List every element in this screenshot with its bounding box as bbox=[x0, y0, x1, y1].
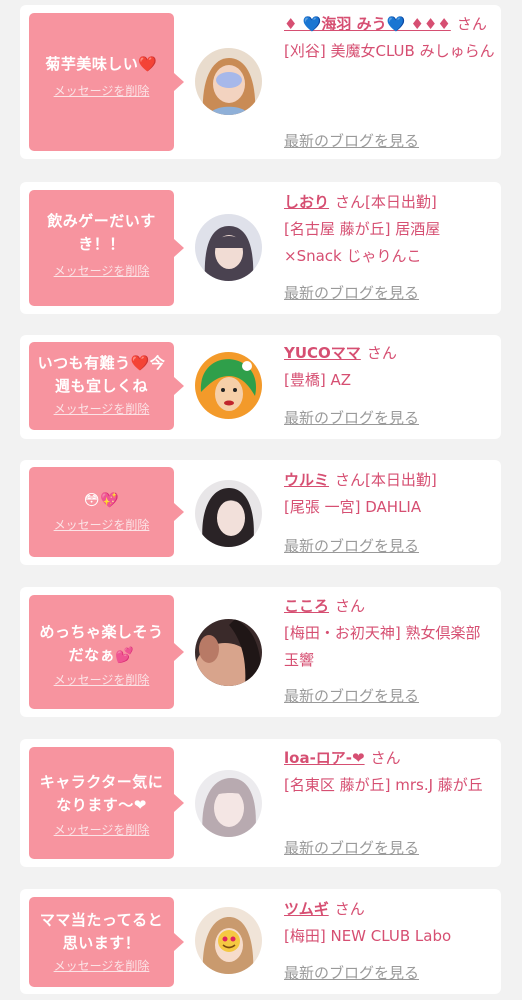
delete-message-link[interactable]: メッセージを削除 bbox=[54, 957, 150, 974]
delete-message-link[interactable]: メッセージを削除 bbox=[54, 262, 150, 279]
message-card: 😳💖 メッセージを削除 ウルミ さん[本日出勤] [尾張 一宮] DAHLIA 最… bbox=[20, 460, 501, 565]
honorific: さん bbox=[335, 193, 366, 211]
sender-name-link[interactable]: ウルミ bbox=[284, 471, 329, 489]
message-text: ママ当たってると思います！ bbox=[39, 911, 164, 952]
message-card: めっちゃ楽しそうだなぁ💕 メッセージを削除 こころ さん [梅田・お初天神] 熟女… bbox=[20, 587, 501, 717]
message-bubble: ママ当たってると思います！ メッセージを削除 bbox=[29, 897, 184, 987]
sender-info: YUCOママ さん [豊橋] AZ bbox=[284, 340, 496, 394]
sender-info: こころ さん [梅田・お初天神] 熟女倶楽部 玉響 bbox=[284, 593, 496, 674]
message-text: めっちゃ楽しそうだなぁ💕 bbox=[39, 623, 164, 664]
message-text: 菊芋美味しい❤️ bbox=[45, 55, 158, 73]
shop-info: [梅田・お初天神] 熟女倶楽部 玉響 bbox=[284, 624, 481, 669]
sender-name-link[interactable]: ♦ 💙海羽 みう💙 ♦♦♦ bbox=[284, 15, 451, 33]
message-bubble: めっちゃ楽しそうだなぁ💕 メッセージを削除 bbox=[29, 595, 184, 709]
delete-message-link[interactable]: メッセージを削除 bbox=[54, 516, 150, 533]
honorific: さん bbox=[370, 749, 401, 767]
delete-message-link[interactable]: メッセージを削除 bbox=[54, 821, 150, 838]
sender-info: ツムギ さん [梅田] NEW CLUB Labo bbox=[284, 896, 496, 950]
sender-name-link[interactable]: こころ bbox=[284, 597, 329, 615]
shop-info: [名古屋 藤が丘] 居酒屋×Snack じゃりんこ bbox=[284, 220, 441, 265]
avatar[interactable] bbox=[195, 907, 262, 974]
sender-name-link[interactable]: loa-ロア-❤ bbox=[284, 749, 365, 767]
sender-name-link[interactable]: ツムギ bbox=[284, 900, 329, 918]
honorific: さん bbox=[456, 15, 487, 33]
avatar[interactable] bbox=[195, 352, 262, 419]
message-bubble: いつも有難う❤️今週も宜しくね メッセージを削除 bbox=[29, 342, 184, 430]
message-card: キャラクター気になります〜❤ メッセージを削除 loa-ロア-❤ さん [名東区 … bbox=[20, 739, 501, 867]
shop-info: [名東区 藤が丘] mrs.J 藤が丘 bbox=[284, 776, 483, 794]
latest-blog-link[interactable]: 最新のブログを見る bbox=[284, 685, 419, 706]
avatar[interactable] bbox=[195, 770, 262, 837]
avatar[interactable] bbox=[195, 619, 262, 686]
sender-name-link[interactable]: しおり bbox=[284, 193, 329, 211]
message-text: 飲みゲーだいすき！！ bbox=[47, 212, 156, 253]
latest-blog-link[interactable]: 最新のブログを見る bbox=[284, 407, 419, 428]
sender-info: しおり さん[本日出勤] [名古屋 藤が丘] 居酒屋×Snack じゃりんこ bbox=[284, 189, 496, 270]
shop-info: [刈谷] 美魔女CLUB みしゅらん bbox=[284, 42, 495, 60]
avatar[interactable] bbox=[195, 214, 262, 281]
work-status: [本日出勤] bbox=[365, 471, 437, 489]
message-text: いつも有難う❤️今週も宜しくね bbox=[37, 354, 166, 395]
honorific: さん bbox=[366, 344, 397, 362]
message-text: キャラクター気になります〜❤ bbox=[39, 773, 164, 814]
message-text: 😳💖 bbox=[83, 491, 120, 509]
message-card: ママ当たってると思います！ メッセージを削除 ツムギ さん [梅田] NEW CL… bbox=[20, 889, 501, 994]
latest-blog-link[interactable]: 最新のブログを見る bbox=[284, 962, 419, 983]
latest-blog-link[interactable]: 最新のブログを見る bbox=[284, 837, 419, 858]
message-card: いつも有難う❤️今週も宜しくね メッセージを削除 YUCOママ さん [豊橋] A… bbox=[20, 335, 501, 439]
avatar[interactable] bbox=[195, 48, 262, 115]
honorific: さん bbox=[334, 900, 365, 918]
work-status: [本日出勤] bbox=[365, 193, 437, 211]
message-card: 飲みゲーだいすき！！ メッセージを削除 しおり さん[本日出勤] [名古屋 藤が丘… bbox=[20, 182, 501, 314]
latest-blog-link[interactable]: 最新のブログを見る bbox=[284, 282, 419, 303]
sender-name-link[interactable]: YUCOママ bbox=[284, 344, 361, 362]
delete-message-link[interactable]: メッセージを削除 bbox=[54, 82, 150, 99]
delete-message-link[interactable]: メッセージを削除 bbox=[54, 400, 150, 417]
honorific: さん bbox=[335, 597, 366, 615]
sender-info: loa-ロア-❤ さん [名東区 藤が丘] mrs.J 藤が丘 bbox=[284, 745, 496, 799]
message-bubble: 菊芋美味しい❤️ メッセージを削除 bbox=[29, 13, 184, 151]
sender-info: ウルミ さん[本日出勤] [尾張 一宮] DAHLIA bbox=[284, 467, 496, 521]
avatar[interactable] bbox=[195, 480, 262, 547]
latest-blog-link[interactable]: 最新のブログを見る bbox=[284, 535, 419, 556]
message-bubble: 飲みゲーだいすき！！ メッセージを削除 bbox=[29, 190, 184, 306]
latest-blog-link[interactable]: 最新のブログを見る bbox=[284, 130, 419, 151]
honorific: さん bbox=[335, 471, 366, 489]
shop-info: [豊橋] AZ bbox=[284, 371, 352, 389]
message-bubble: キャラクター気になります〜❤ メッセージを削除 bbox=[29, 747, 184, 859]
shop-info: [尾張 一宮] DAHLIA bbox=[284, 498, 422, 516]
shop-info: [梅田] NEW CLUB Labo bbox=[284, 927, 452, 945]
delete-message-link[interactable]: メッセージを削除 bbox=[54, 671, 150, 688]
sender-info: ♦ 💙海羽 みう💙 ♦♦♦ さん [刈谷] 美魔女CLUB みしゅらん bbox=[284, 11, 496, 65]
message-bubble: 😳💖 メッセージを削除 bbox=[29, 467, 184, 557]
message-card: 菊芋美味しい❤️ メッセージを削除 ♦ 💙海羽 みう💙 ♦♦♦ さん [刈谷] 美… bbox=[20, 5, 501, 159]
